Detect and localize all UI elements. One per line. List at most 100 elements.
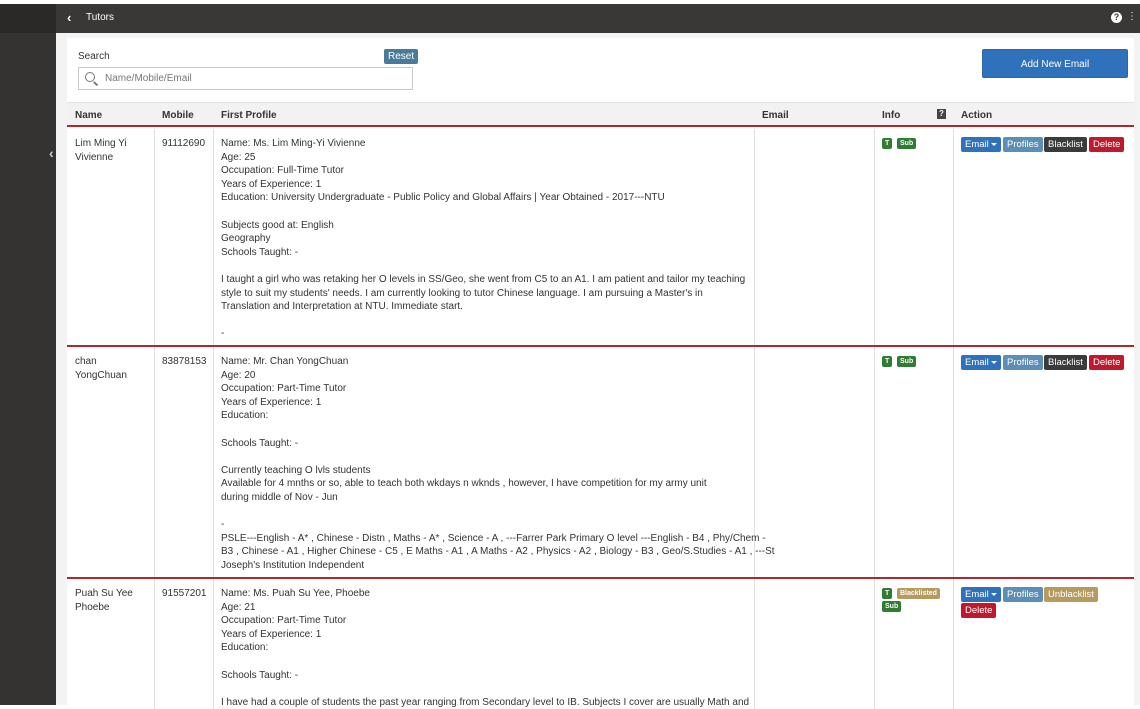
profile-line [221,505,775,519]
t-badge: T [882,138,893,149]
email-dropdown-button[interactable]: Email [961,137,1001,152]
tutor-name-line: Puah Su Yee [75,588,133,599]
search-field[interactable] [78,67,413,90]
profile-line: Years of Experience: 1 [221,628,322,640]
column-header-info[interactable]: Info [882,110,900,121]
unblacklist-button[interactable]: Unblacklist [1044,587,1098,602]
column-divider [874,579,875,709]
tutor-name: Puah Su Yee Phoebe [75,587,133,614]
profile-line: Schools Taught: - [221,246,299,258]
column-divider [754,129,755,345]
reset-button[interactable]: Reset [384,49,419,64]
delete-button[interactable]: Delete [1089,355,1125,370]
profile-line: - [221,328,225,340]
help-icon[interactable]: ? [1111,12,1122,23]
profile-line: Occupation: Part-Time Tutor [221,383,347,395]
search-input[interactable] [105,70,405,87]
column-divider [213,129,214,345]
profile-line [221,314,745,328]
column-divider [754,579,755,709]
table-row: chan YongChuan 83878153 Name: Mr. Chan Y… [67,347,1134,579]
tutors-panel: Search Reset Add New Email Name Mobile F… [67,38,1134,709]
profiles-button[interactable]: Profiles [1003,587,1043,602]
profile-line: Schools Taught: - [221,669,299,681]
email-button-label: Email [965,139,989,150]
profile-line: during middle of Nov - Jun [221,491,338,503]
sub-badge: Sub [897,356,917,367]
t-badge: T [882,356,893,367]
column-header-first-profile[interactable]: First Profile [221,110,277,121]
column-divider [213,347,214,577]
profile-line [221,423,775,437]
tutor-name-line: Lim Ming Yi [75,138,127,149]
profile-line: Name: Mr. Chan YongChuan [221,356,349,367]
profiles-button[interactable]: Profiles [1003,137,1043,152]
profile-line: Age: 20 [221,369,256,381]
blacklist-button[interactable]: Blacklist [1044,137,1087,152]
app-header: ‹ Tutors ? ⋮ [56,4,1140,33]
column-divider [953,347,954,577]
tutor-first-profile: Name: Mr. Chan YongChuan Age: 20 Occupat… [221,355,775,573]
profile-line: Translation and Interpretation at NTU. I… [221,301,463,313]
add-new-email-button[interactable]: Add New Email [982,49,1128,78]
back-chevron-icon[interactable]: ‹ [67,10,71,25]
search-icon [85,72,95,82]
profile-line [221,259,745,273]
profile-line [221,682,749,696]
sidebar-body [0,33,56,705]
delete-button[interactable]: Delete [961,603,997,618]
caret-down-icon [990,142,997,146]
tutor-name-line: YongChuan [75,369,127,381]
sub-badge: Sub [897,138,917,149]
profile-line: Age: 25 [221,151,256,163]
tutor-name-line: Phoebe [75,601,110,613]
email-button-label: Email [965,357,989,368]
column-divider [874,129,875,345]
profile-line: I have had a couple of students the past… [221,696,750,708]
profile-line: Education: University Undergraduate - Pu… [221,192,665,204]
profile-line: Joseph's Institution Independent [221,559,365,571]
column-divider [154,579,155,709]
more-icon[interactable]: ⋮ [1127,11,1137,22]
main-content: Search Reset Add New Email Name Mobile F… [56,33,1140,709]
column-divider [874,347,875,577]
column-header-name[interactable]: Name [75,110,102,121]
caret-down-icon [990,592,997,596]
tutor-mobile: 91557201 [162,588,207,599]
profile-line: Occupation: Part-Time Tutor [221,615,347,627]
profile-line: Years of Experience: 1 [221,178,322,190]
sidebar-collapsed [0,4,56,705]
info-help-icon[interactable]: ? [937,109,946,119]
blacklist-button[interactable]: Blacklist [1044,355,1087,370]
column-divider [154,129,155,345]
profile-line: Currently teaching O lvls students [221,464,371,476]
email-dropdown-button[interactable]: Email [961,587,1001,602]
profiles-button[interactable]: Profiles [1003,355,1043,370]
column-header-email[interactable]: Email [762,110,789,121]
column-header-action: Action [961,110,993,121]
column-divider [953,129,954,345]
profile-line: Schools Taught: - [221,437,299,449]
profile-line: style to suit my students' needs. I am c… [221,287,703,299]
profile-line: Occupation: Full-Time Tutor [221,165,345,177]
tutor-first-profile: Name: Ms. Lim Ming-Yi Vivienne Age: 25 O… [221,137,745,341]
sidebar-top [0,4,56,33]
profile-line: - [221,519,225,531]
tutor-name-line: chan [75,356,97,367]
sidebar-expand-chevron-icon[interactable]: ‹ [49,145,54,161]
table-row: Lim Ming Yi Vivienne 91112690 Name: Ms. … [67,129,1134,347]
search-label: Search [78,51,110,62]
table-row: Puah Su Yee Phoebe 91557201 Name: Ms. Pu… [67,579,1134,709]
page-title: Tutors [86,12,114,23]
tutor-first-profile: Name: Ms. Puah Su Yee, Phoebe Age: 21 Oc… [221,587,749,709]
caret-down-icon [990,360,997,364]
profile-line: Name: Ms. Puah Su Yee, Phoebe [221,588,370,599]
column-divider [154,347,155,577]
profile-line: Age: 21 [221,601,256,613]
column-header-mobile[interactable]: Mobile [162,110,194,121]
profile-line: B3 , Chinese - A1 , Higher Chinese - C5 … [221,546,775,558]
t-badge: T [882,588,893,599]
delete-button[interactable]: Delete [1089,137,1125,152]
email-dropdown-button[interactable]: Email [961,355,1001,370]
email-button-label: Email [965,589,989,600]
